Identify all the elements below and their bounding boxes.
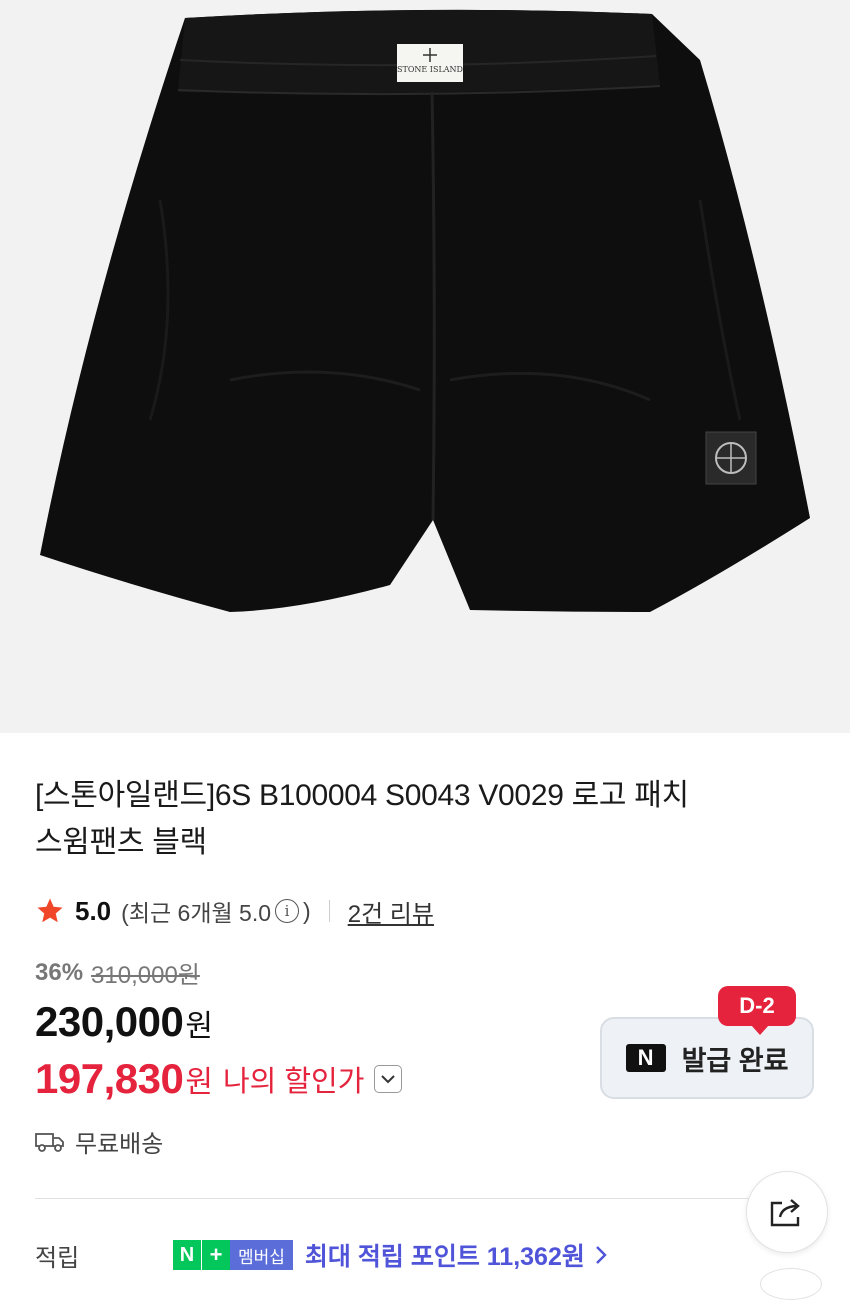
shipping-row: 무료배송 [35, 1124, 163, 1159]
product-image[interactable]: STONE ISLAND [0, 0, 850, 733]
rating-score: 5.0 [75, 895, 112, 926]
my-price-row[interactable]: 197,830 원 나의 할인가 [35, 1055, 403, 1103]
star-icon [37, 898, 63, 923]
recent-rating-text: (최근 6개월 5.0 [121, 900, 272, 926]
floating-button[interactable] [760, 1268, 822, 1300]
sale-price-row: 230,000 원 [35, 998, 213, 1046]
membership-badge: 멤버십 [230, 1240, 293, 1270]
truck-icon [35, 1132, 64, 1152]
points-label: 적립 [35, 1244, 80, 1272]
chevron-down-icon[interactable] [374, 1065, 403, 1093]
product-title-line2: 스윔팬츠 블랙 [35, 826, 207, 859]
my-price-unit: 원 [185, 1066, 213, 1099]
section-divider [35, 1198, 815, 1199]
naver-membership-badge: N + 멤버십 [173, 1240, 293, 1270]
brand-label: STONE ISLAND [397, 65, 463, 74]
naver-badge: N [625, 1044, 666, 1072]
coupon-label: 발급 완료 [681, 1045, 789, 1076]
discount-percent: 36% [35, 958, 84, 986]
info-icon[interactable]: i [275, 899, 300, 923]
n-badge: N [173, 1240, 201, 1270]
dday-badge: D-2 [718, 986, 796, 1035]
sale-price-unit: 원 [185, 1010, 213, 1043]
my-discount-price: 197,830 [35, 1055, 184, 1102]
shorts-illustration: STONE ISLAND [40, 9, 810, 613]
divider [328, 900, 330, 922]
my-discount-label: 나의 할인가 [222, 1066, 365, 1098]
coupon-button[interactable]: N 발급 완료 [600, 1017, 814, 1099]
discount-row: 36% 310,000원 [35, 955, 200, 990]
shipping-text: 무료배송 [75, 1131, 164, 1158]
recent-rating-close: ) [303, 897, 311, 924]
product-title: [스톤아일랜드]6S B100004 S0043 V0029 로고 패치 스윔팬… [35, 772, 815, 866]
recent-rating: (최근 6개월 5.0 i ) [121, 894, 311, 928]
original-price: 310,000원 [91, 962, 200, 989]
sale-price: 230,000 [35, 998, 184, 1045]
points-text: 최대 적립 포인트 11,362원 [304, 1243, 585, 1271]
plus-badge: + [201, 1240, 230, 1270]
share-icon [770, 1199, 800, 1227]
points-row[interactable]: 적립 N + 멤버십 최대 적립 포인트 11,362원 [35, 1237, 835, 1273]
product-title-line1: [스톤아일랜드]6S B100004 S0043 V0029 로고 패치 [35, 779, 689, 812]
review-count-link[interactable]: 2건 리뷰 [348, 894, 434, 929]
rating-row: 5.0 (최근 6개월 5.0 i ) 2건 리뷰 [35, 893, 434, 929]
chevron-right-icon [596, 1246, 607, 1264]
